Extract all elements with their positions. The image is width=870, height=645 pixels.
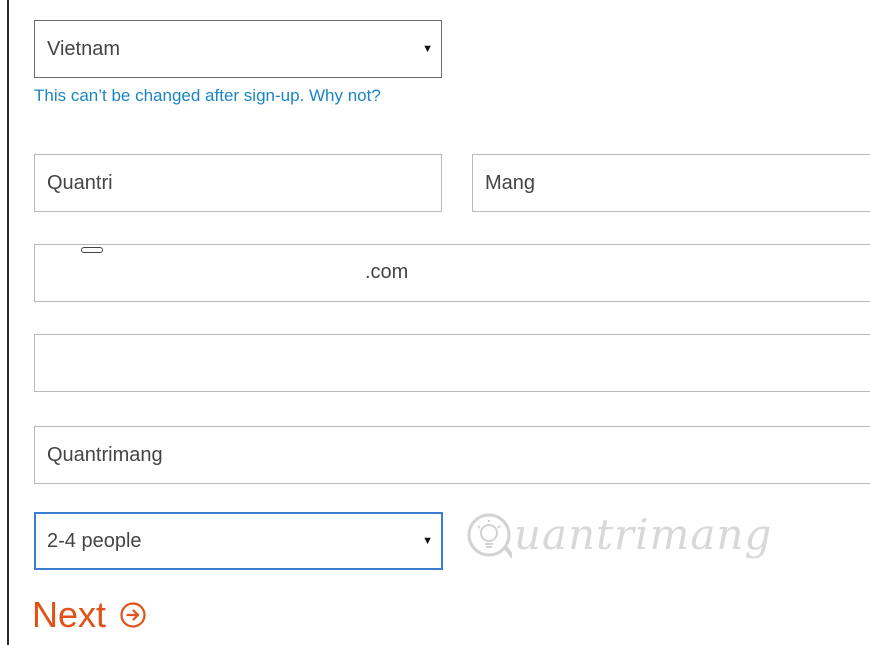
last-name-field[interactable]: Mang [472,154,870,212]
country-select-value: Vietnam [47,37,121,60]
caret-down-icon: ▼ [422,43,433,55]
country-select[interactable]: Vietnam ▼ [34,20,442,78]
next-button-label: Next [32,594,107,635]
email-value: .com [365,261,409,283]
next-button[interactable]: Next [32,597,146,633]
caret-down-icon: ▼ [422,535,433,547]
circle-arrow-right-icon [120,602,146,628]
cursor-pill-icon [81,247,103,253]
last-name-value: Mang [485,171,536,194]
email-field[interactable]: .com [34,244,870,302]
page-left-border [7,0,9,645]
phone-field[interactable] [34,334,870,392]
company-name-field[interactable]: Quantrimang [34,426,870,484]
company-size-value: 2-4 people [47,529,142,552]
first-name-field[interactable]: Quantri [34,154,442,212]
watermark-logo: uantrimang [466,510,772,559]
lightbulb-logo-icon [467,513,512,558]
company-size-select[interactable]: 2-4 people ▼ [34,512,443,570]
watermark-text: uantrimang [514,510,773,559]
country-help-link[interactable]: This can’t be changed after sign-up. Why… [34,86,381,106]
first-name-value: Quantri [47,171,113,194]
company-name-value: Quantrimang [47,443,163,466]
